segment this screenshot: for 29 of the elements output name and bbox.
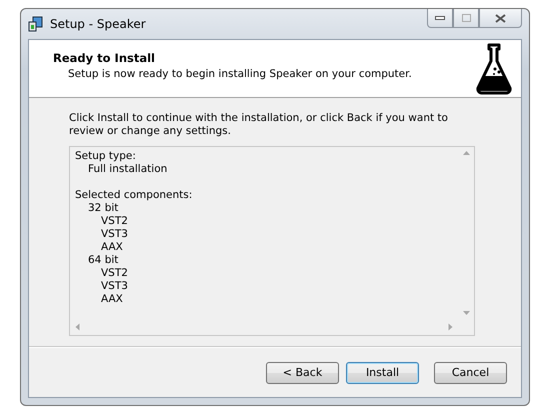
page-title: Ready to Install [53,51,156,65]
close-icon [495,14,506,22]
maximize-icon [462,14,470,22]
memo-line: AAX [100,241,124,254]
scroll-left-icon [76,324,80,330]
page-subtitle: Setup is now ready to begin installing Speaker on your computer. [67,68,412,80]
memo-line: VST2 [100,267,129,280]
minimize-button[interactable] [427,9,453,28]
memo-line: VST2 [100,215,129,228]
memo-line: Setup type: [75,150,137,163]
wizard-button[interactable]: Install [346,362,419,384]
memo-line: AAX [100,293,124,306]
memo-line: 32 bit [87,202,120,215]
close-button[interactable] [479,9,522,28]
minimize-icon [435,16,445,20]
instruction-text: Click Install to continue with the installation, or click Back if you want to review or change any settings. [69,112,449,138]
memo-line: VST3 [100,280,129,293]
memo-line: 64 bit [87,254,120,267]
memo-line: Selected components: [75,189,194,202]
wizard-button[interactable]: < Back [266,362,339,384]
scroll-up-icon [462,151,470,155]
wizard-button[interactable]: Cancel [434,362,507,384]
memo-line: Full installation [87,163,168,176]
scroll-right-icon [448,324,452,330]
window-title: Setup - Speaker [50,17,146,31]
memo-line: VST3 [100,228,129,241]
flask-icon [475,43,513,95]
scroll-down-icon [462,311,470,315]
installer-icon [28,16,44,32]
